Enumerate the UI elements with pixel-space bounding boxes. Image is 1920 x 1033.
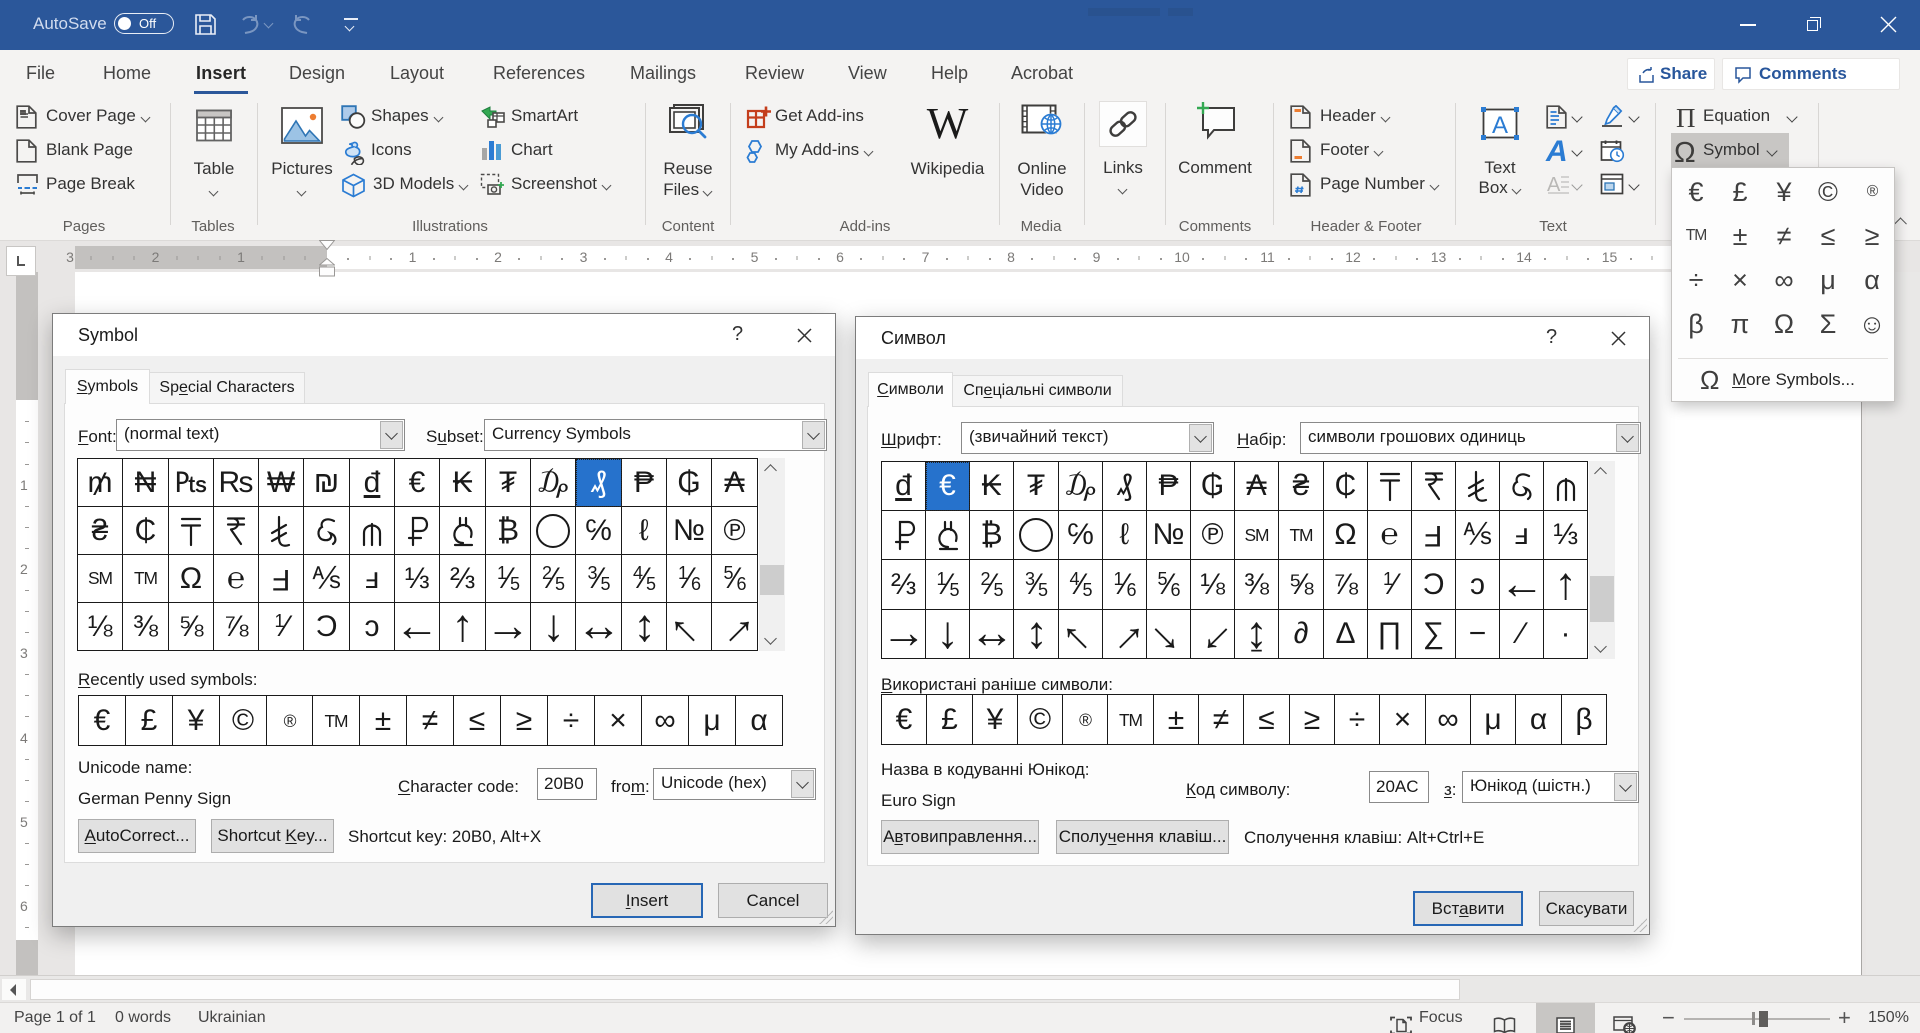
svg-text:A: A <box>1492 112 1508 139</box>
svg-text:A: A <box>1547 174 1561 195</box>
